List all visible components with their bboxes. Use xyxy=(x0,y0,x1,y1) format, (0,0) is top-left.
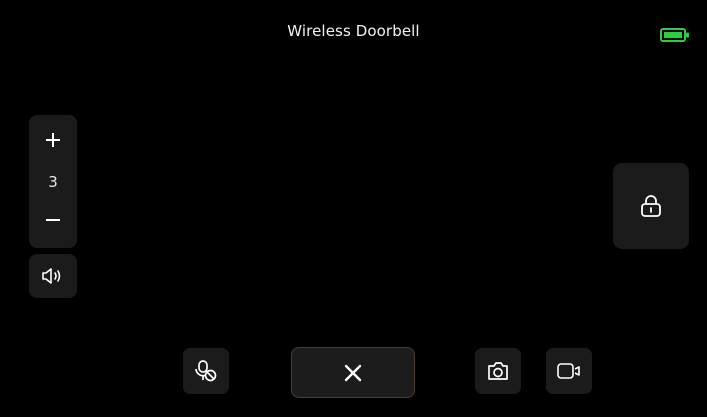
speaker-button[interactable] xyxy=(29,254,77,298)
plus-icon xyxy=(46,133,60,147)
speaker-icon xyxy=(42,268,61,284)
record-video-button[interactable] xyxy=(546,348,592,394)
battery-full-icon xyxy=(660,28,689,42)
volume-down-button[interactable] xyxy=(29,203,77,237)
unlock-button[interactable] xyxy=(613,163,689,249)
volume-level: 3 xyxy=(48,173,58,191)
video-icon xyxy=(557,363,580,379)
mute-mic-button[interactable] xyxy=(183,348,229,394)
unlock-icon xyxy=(641,195,661,217)
minus-icon xyxy=(46,219,60,221)
page-title: Wireless Doorbell xyxy=(287,22,420,40)
volume-up-button[interactable] xyxy=(29,123,77,157)
snapshot-button[interactable] xyxy=(475,348,521,394)
hang-up-button[interactable] xyxy=(291,347,415,398)
mic-muted-icon xyxy=(195,360,217,382)
close-icon xyxy=(344,364,362,381)
volume-panel: 3 xyxy=(29,115,77,248)
camera-icon xyxy=(488,362,508,380)
